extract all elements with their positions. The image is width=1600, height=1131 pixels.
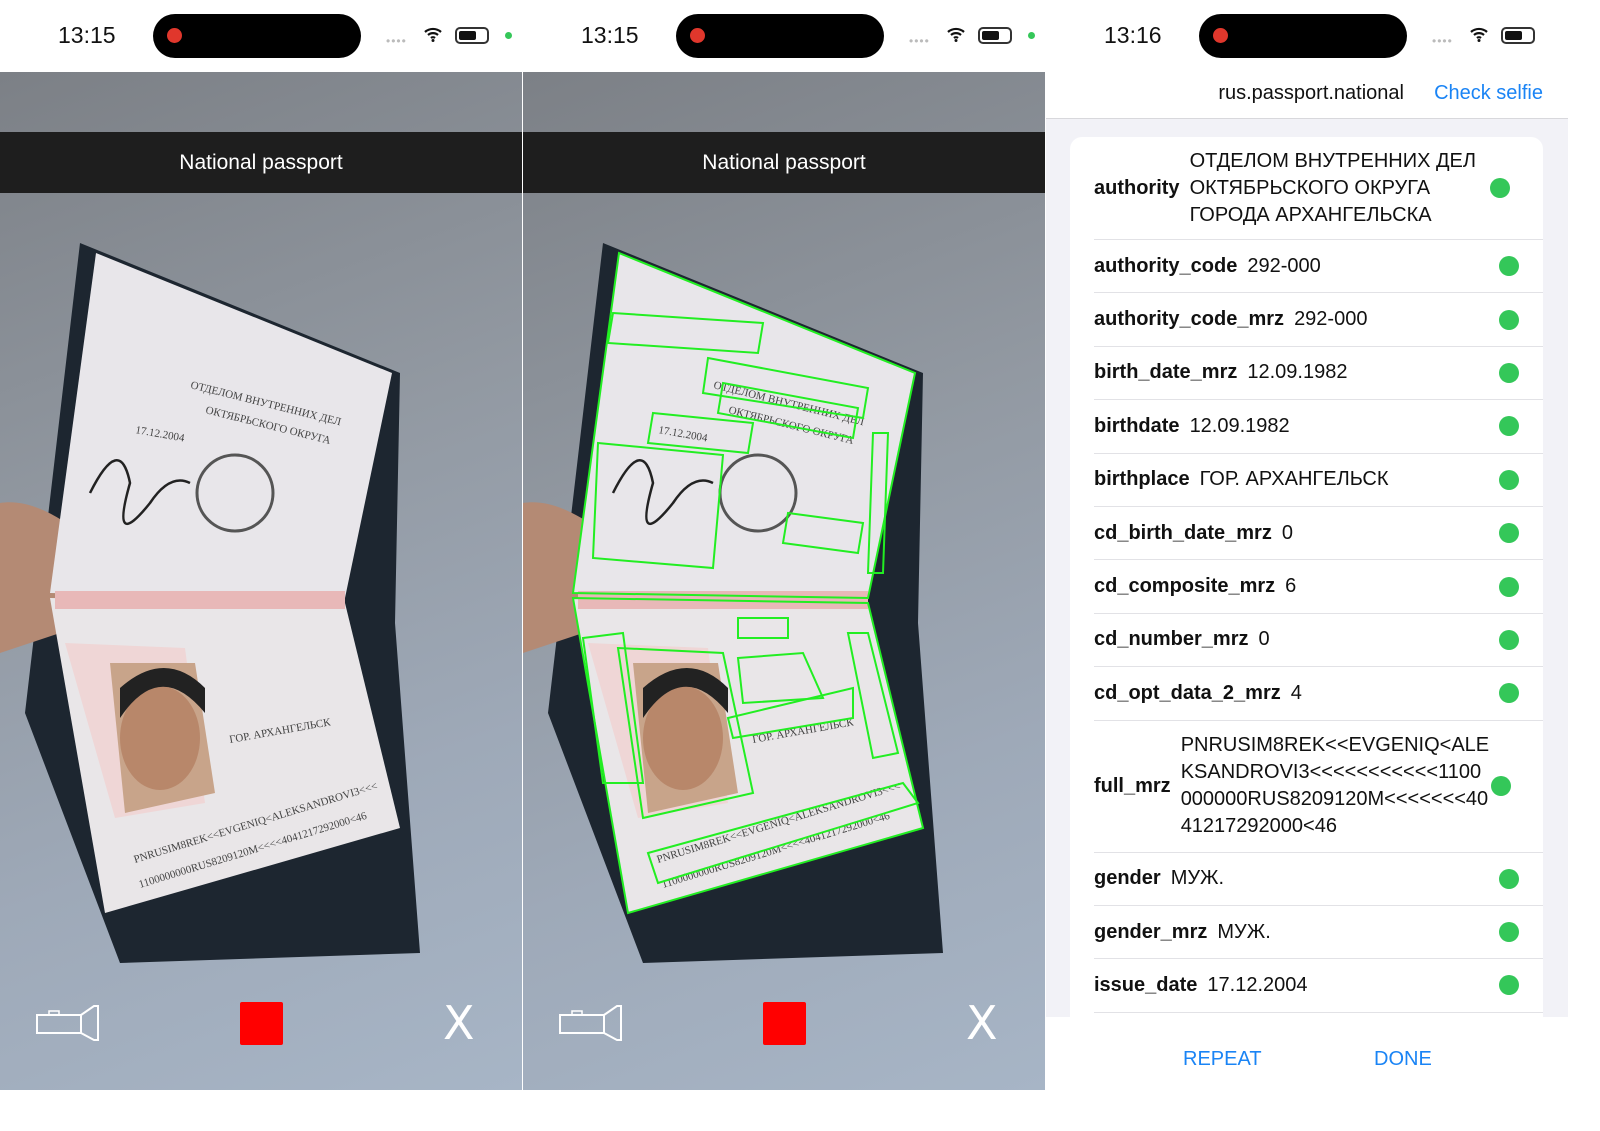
field-value: 6 xyxy=(1285,575,1297,598)
field-key: cd_opt_data_2_mrz xyxy=(1094,681,1281,704)
field-value: ГОР. АРХАНГЕЛЬСК xyxy=(1199,468,1389,491)
field-key: authority xyxy=(1094,176,1180,199)
battery-icon xyxy=(1501,27,1535,44)
battery-icon xyxy=(455,27,489,44)
valid-status-icon xyxy=(1499,362,1519,383)
flashlight-icon[interactable] xyxy=(36,1004,100,1042)
scanner-screen-2: 13:15 •••• National passport ОТДЕЛОМ ВНУ… xyxy=(523,0,1045,1090)
screen-title: National passport xyxy=(0,132,522,193)
valid-status-icon xyxy=(1499,683,1519,704)
field-key: cd_birth_date_mrz xyxy=(1094,521,1272,544)
valid-status-icon xyxy=(1499,975,1519,996)
status-bar: 13:15 •••• xyxy=(0,0,522,72)
fields-list[interactable]: authority ОТДЕЛОМ ВНУТРЕННИХ ДЕЛ ОКТЯБРЬС… xyxy=(1070,137,1543,1017)
scanner-screen-1: 13:15 •••• National passport ОТДЕЛОМ ВНУ… xyxy=(0,0,522,1090)
field-key: birthplace xyxy=(1094,468,1190,491)
field-row-authority: authority ОТДЕЛОМ ВНУТРЕННИХ ДЕЛ ОКТЯБРЬС… xyxy=(1094,137,1543,240)
close-button[interactable]: X xyxy=(443,996,475,1050)
field-row-birth-date-mrz: birth_date_mrz 12.09.1982 xyxy=(1094,347,1543,401)
recording-icon xyxy=(690,28,705,43)
valid-status-icon xyxy=(1489,178,1510,198)
wifi-icon xyxy=(947,27,965,42)
field-value: ОТДЕЛОМ ВНУТРЕННИХ ДЕЛ ОКТЯБРЬСКОГО ОКРУ… xyxy=(1189,149,1477,226)
valid-status-icon xyxy=(1499,868,1519,889)
stop-button[interactable] xyxy=(763,1002,806,1045)
field-row-gender-mrz: gender_mrz МУЖ. xyxy=(1094,906,1543,960)
clock: 13:15 xyxy=(581,22,639,48)
footer: REPEAT DONE xyxy=(1046,1017,1568,1131)
dynamic-island xyxy=(676,14,884,58)
field-key: issue_date xyxy=(1094,973,1198,996)
close-button[interactable]: X xyxy=(966,996,998,1050)
passport-photo: ОТДЕЛОМ ВНУТРЕННИХ ДЕЛ ОКТЯБРЬСКОГО ОКРУ… xyxy=(0,243,420,963)
field-key: authority_code xyxy=(1094,254,1238,277)
field-value: 4 xyxy=(1290,681,1302,704)
field-value: МУЖ. xyxy=(1170,867,1225,890)
camera-indicator-icon xyxy=(505,32,512,39)
field-value: 12.09.1982 xyxy=(1189,414,1290,437)
field-value: PNRUSIM8REK<<EVGENIQ<ALEKSANDROVI3<<<<<<… xyxy=(1180,734,1490,838)
valid-status-icon xyxy=(1499,922,1519,943)
recording-icon xyxy=(1213,28,1228,43)
wifi-icon xyxy=(1470,27,1488,42)
result-screen: 13:16 •••• rus.passport.national Check s… xyxy=(1046,0,1568,1131)
field-row-birthdate: birthdate 12.09.1982 xyxy=(1094,400,1543,454)
camera-indicator-icon xyxy=(1028,32,1035,39)
field-value: 0 xyxy=(1281,521,1293,544)
field-key: gender xyxy=(1094,867,1161,890)
field-row-issue-date: issue_date 17.12.2004 xyxy=(1094,959,1543,1013)
field-value: 292-000 xyxy=(1294,308,1368,331)
result-header: rus.passport.national Check selfie xyxy=(1046,72,1568,119)
field-value: 12.09.1982 xyxy=(1247,361,1348,384)
field-key: gender_mrz xyxy=(1094,920,1208,943)
field-row-cd-opt-data-2-mrz: cd_opt_data_2_mrz 4 xyxy=(1094,667,1543,721)
battery-icon xyxy=(978,27,1012,44)
field-value: 292-000 xyxy=(1247,254,1321,277)
valid-status-icon xyxy=(1499,416,1519,437)
stop-button[interactable] xyxy=(240,1002,283,1045)
field-row-cd-birth-date-mrz: cd_birth_date_mrz 0 xyxy=(1094,507,1543,561)
flashlight-icon[interactable] xyxy=(559,1004,623,1042)
field-key: cd_composite_mrz xyxy=(1094,575,1276,598)
field-row-authority-code-mrz: authority_code_mrz 292-000 xyxy=(1094,293,1543,347)
signal-icon: •••• xyxy=(386,34,407,48)
field-key: birthdate xyxy=(1094,414,1180,437)
valid-status-icon xyxy=(1499,469,1519,490)
dynamic-island xyxy=(153,14,361,58)
field-value: 17.12.2004 xyxy=(1207,973,1308,996)
wifi-icon xyxy=(424,27,442,42)
valid-status-icon xyxy=(1499,523,1519,544)
field-key: birth_date_mrz xyxy=(1094,361,1238,384)
status-bar: 13:16 •••• xyxy=(1046,0,1568,72)
field-key: cd_number_mrz xyxy=(1094,628,1249,651)
field-row-birthplace: birthplace ГОР. АРХАНГЕЛЬСК xyxy=(1094,454,1543,507)
valid-status-icon xyxy=(1499,629,1519,650)
field-row-authority-code: authority_code 292-000 xyxy=(1094,240,1543,294)
check-selfie-button[interactable]: Check selfie xyxy=(1434,82,1543,105)
screen-title: National passport xyxy=(523,132,1045,193)
field-row-cd-number-mrz: cd_number_mrz 0 xyxy=(1094,614,1543,668)
clock: 13:15 xyxy=(58,22,116,48)
valid-status-icon xyxy=(1490,776,1511,797)
passport-photo: ОТДЕЛОМ ВНУТРЕННИХ ДЕЛ ОКТЯБРЬСКОГО ОКРУ… xyxy=(523,243,943,963)
field-row-gender: gender МУЖ. xyxy=(1094,853,1543,906)
valid-status-icon xyxy=(1499,309,1519,330)
signal-icon: •••• xyxy=(909,34,930,48)
field-key: full_mrz xyxy=(1094,774,1171,797)
dynamic-island xyxy=(1199,14,1407,58)
valid-status-icon xyxy=(1499,256,1519,277)
repeat-button[interactable]: REPEAT xyxy=(1183,1048,1262,1071)
field-row-cd-composite-mrz: cd_composite_mrz 6 xyxy=(1094,560,1543,614)
field-value: МУЖ. xyxy=(1217,920,1271,943)
recording-icon xyxy=(167,28,182,43)
valid-status-icon xyxy=(1499,576,1519,597)
clock: 13:16 xyxy=(1104,22,1162,48)
done-button[interactable]: DONE xyxy=(1374,1048,1432,1071)
signal-icon: •••• xyxy=(1432,34,1453,48)
status-bar: 13:15 •••• xyxy=(523,0,1045,72)
field-row-full-mrz: full_mrz PNRUSIM8REK<<EVGENIQ<ALEKSANDROV… xyxy=(1094,721,1543,853)
field-key: authority_code_mrz xyxy=(1094,308,1285,331)
document-type: rus.passport.national xyxy=(1218,82,1404,104)
field-value: 0 xyxy=(1258,628,1270,651)
